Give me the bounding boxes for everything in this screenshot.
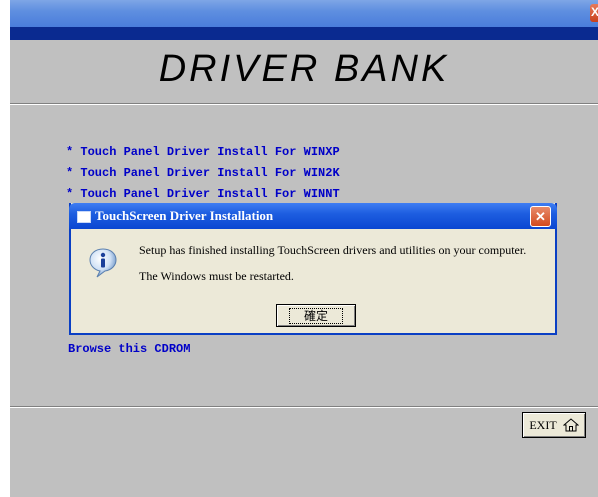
header-divider-highlight — [10, 104, 598, 105]
dialog-title-bar[interactable]: TouchScreen Driver Installation ✕ — [69, 203, 557, 229]
app-header: DRIVER BANK — [10, 40, 598, 100]
exit-button[interactable]: EXIT — [522, 412, 586, 438]
window-icon — [77, 211, 91, 223]
link-install-winxp[interactable]: * Touch Panel Driver Install For WINXP — [66, 145, 340, 159]
page-title: DRIVER BANK — [158, 48, 450, 90]
ok-button[interactable]: 確定 — [276, 304, 356, 327]
exit-label: EXIT — [529, 417, 557, 432]
browse-cdrom-link[interactable]: Browse this CDROM — [68, 342, 190, 356]
left-strip — [0, 0, 10, 497]
dialog-message-line2: The Windows must be restarted. — [139, 269, 294, 283]
installation-dialog: TouchScreen Driver Installation ✕ Setup … — [69, 203, 557, 335]
window-close-button[interactable]: X — [590, 4, 598, 22]
close-icon: X — [591, 5, 598, 19]
home-icon — [562, 418, 579, 432]
window-title-bar: X — [10, 0, 598, 27]
dialog-message-line1: Setup has finished installing TouchScree… — [139, 243, 527, 257]
dialog-title: TouchScreen Driver Installation — [95, 208, 274, 223]
footer-divider-highlight — [10, 407, 598, 408]
header-band — [10, 27, 598, 40]
close-icon: ✕ — [535, 208, 546, 224]
ok-label: 確定 — [288, 307, 343, 324]
link-install-win2k[interactable]: * Touch Panel Driver Install For WIN2K — [66, 166, 340, 180]
info-icon — [89, 248, 117, 278]
dialog-close-button[interactable]: ✕ — [530, 206, 551, 227]
link-install-winnt[interactable]: * Touch Panel Driver Install For WINNT — [66, 187, 340, 201]
